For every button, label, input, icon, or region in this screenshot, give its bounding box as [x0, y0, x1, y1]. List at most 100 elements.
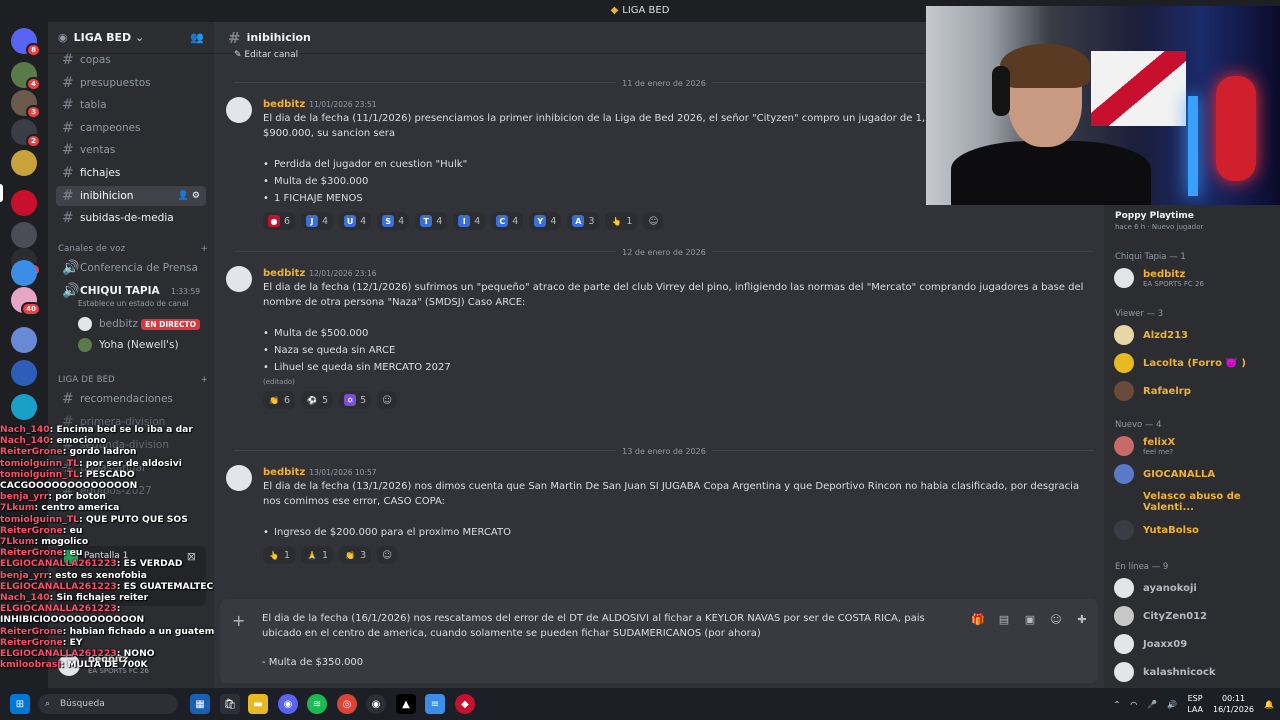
server-icon[interactable] [11, 222, 37, 248]
liga-category[interactable]: LIGA DE BED + [58, 375, 208, 385]
voice-channel-prensa[interactable]: 🔊 Conferencia de Prensa [56, 258, 206, 278]
member-row[interactable]: kalashnicock [1114, 660, 1274, 684]
server-icon[interactable] [11, 190, 37, 216]
game-icon[interactable]: ◆ [455, 694, 475, 714]
channel-tabla[interactable]: # tabla [56, 95, 206, 115]
reaction[interactable]: C4 [491, 212, 524, 230]
add-member-icon[interactable]: 👥 [190, 31, 204, 44]
channel-campeones[interactable]: # campeones [56, 118, 206, 138]
server-icon[interactable] [11, 260, 37, 286]
server-icon[interactable]: 40 [11, 287, 41, 316]
add-reaction-icon[interactable]: ☺ [377, 546, 398, 564]
avatar[interactable] [226, 266, 252, 292]
channel-fichajes[interactable]: # fichajes [56, 163, 206, 183]
chrome-icon[interactable]: ◎ [337, 694, 357, 714]
member-name: GIOCANALLA [1143, 468, 1216, 480]
app-icon[interactable]: ▦ [190, 694, 210, 714]
volume-icon[interactable]: 🔊 [1167, 700, 1177, 709]
member-row[interactable]: Joaxx09 [1114, 632, 1274, 656]
server-icon[interactable] [11, 327, 37, 353]
composer-text[interactable]: El dia de la fecha (16/1/2026) nos resca… [262, 611, 962, 670]
gift-icon[interactable]: 🎁 [970, 611, 986, 627]
mic-icon[interactable]: 🎤 [1147, 700, 1157, 709]
chevron-up-icon[interactable]: ⌃ [1114, 700, 1121, 709]
member-row[interactable]: Lacolta (Forro 👿 ) [1114, 351, 1274, 375]
reaction[interactable]: ● 6 [263, 212, 296, 230]
reaction[interactable]: ⚽ 5 [301, 391, 334, 409]
add-reaction-icon[interactable]: ☺ [643, 212, 664, 230]
reaction[interactable]: T4 [415, 212, 448, 230]
reaction[interactable]: A3 [567, 212, 600, 230]
add-channel-icon[interactable]: + [201, 244, 208, 254]
reaction[interactable]: J4 [301, 212, 334, 230]
member-row[interactable]: CityZen012 [1114, 604, 1274, 628]
avatar[interactable] [226, 97, 252, 123]
member-row[interactable]: Rafaelrp [1114, 379, 1274, 403]
channel-label: ventas [80, 144, 116, 156]
channel-inibihicion[interactable]: # inibihicion 👤 ⚙ [56, 186, 206, 206]
sticker-icon[interactable]: ▣ [1022, 611, 1038, 627]
reaction[interactable]: 👆 1 [605, 212, 638, 230]
channel-recomendaciones[interactable]: # recomendaciones [56, 389, 206, 409]
channel-copas[interactable]: # copas [56, 50, 206, 70]
spotify-icon[interactable]: ≋ [307, 694, 327, 714]
emoji-icon[interactable]: ☺ [1048, 611, 1064, 627]
avatar[interactable] [226, 465, 252, 491]
server-icon[interactable] [11, 360, 37, 386]
server-icon[interactable] [11, 150, 37, 176]
reaction[interactable]: 👏 3 [339, 546, 372, 564]
apps-icon[interactable]: ✚ [1074, 611, 1090, 627]
notes-icon[interactable]: ≡ [425, 694, 445, 714]
author-name[interactable]: bedbitz [263, 99, 305, 110]
add-reaction-icon[interactable]: ☺ [377, 391, 398, 409]
discord-taskbar-icon[interactable]: ◉ [278, 694, 298, 714]
windows-start-icon[interactable]: ⊞ [10, 694, 30, 714]
clock[interactable]: 00:11 16/1/2026 [1213, 693, 1254, 715]
discord-home-icon[interactable]: 8 [11, 28, 41, 57]
server-icon[interactable] [11, 394, 37, 420]
voice-channel-chiqui[interactable]: 🔊 CHIQUI TAPIA 1:33:59 [56, 281, 206, 301]
server-icon[interactable]: 2 [11, 119, 41, 148]
message-composer[interactable]: + El dia de la fecha (16/1/2026) nos res… [220, 599, 1098, 683]
reaction[interactable]: S4 [377, 212, 410, 230]
reaction[interactable]: 🙏 1 [301, 546, 334, 564]
reaction[interactable]: ✡ 5 [339, 391, 372, 409]
store-icon[interactable]: 🛍 [220, 694, 240, 714]
voice-category[interactable]: Canales de voz + [58, 244, 208, 254]
server-icon[interactable]: 3 [11, 90, 41, 119]
voice-status[interactable]: Establece un estado de canal [78, 299, 188, 308]
obs-icon[interactable]: ◉ [366, 694, 386, 714]
notifications-icon[interactable]: 🔔 [1264, 700, 1274, 709]
channel-presupuestos[interactable]: # presupuestos [56, 73, 206, 93]
epic-icon[interactable]: ▲ [396, 694, 416, 714]
server-icon[interactable]: 4 [11, 62, 41, 91]
add-channel-icon[interactable]: + [201, 375, 208, 385]
reaction[interactable]: 👏 6 [263, 391, 296, 409]
taskbar-search[interactable]: ⌕ Búsqueda [38, 694, 178, 714]
author-name[interactable]: bedbitz [263, 467, 305, 478]
add-attachment-icon[interactable]: + [232, 611, 245, 630]
wifi-icon[interactable]: ◠ [1130, 700, 1137, 709]
author-name[interactable]: bedbitz [263, 268, 305, 279]
reaction[interactable]: I4 [453, 212, 486, 230]
member-row[interactable]: GIOCANALLA [1114, 462, 1274, 486]
reaction[interactable]: 👆 1 [263, 546, 296, 564]
channel-subidas-de-media[interactable]: # subidas-de-media [56, 208, 206, 228]
member-row[interactable]: bedbitz EA SPORTS FC 26 [1114, 266, 1274, 290]
channel-ventas[interactable]: # ventas [56, 140, 206, 160]
folder-icon[interactable]: ▬ [248, 694, 268, 714]
member-row[interactable]: ayanokoji [1114, 576, 1274, 600]
gif-icon[interactable]: ▤ [996, 611, 1012, 627]
reaction[interactable]: Y4 [529, 212, 562, 230]
member-row[interactable]: Velasco abuso de Valenti... [1114, 490, 1274, 514]
member-row[interactable]: felixX feel me? [1114, 434, 1274, 458]
channel-settings-icon[interactable]: 👤 ⚙ [178, 191, 200, 201]
voice-user-bedbitz[interactable]: bedbitz EN DIRECTO [72, 314, 206, 334]
chat-user: Nach_140 [0, 424, 50, 435]
language-indicator[interactable]: ESP LAA [1187, 693, 1203, 715]
reaction[interactable]: U4 [339, 212, 372, 230]
member-row[interactable]: Alzd213 [1114, 323, 1274, 347]
voice-user-yoha[interactable]: Yoha (Newell's) [72, 335, 206, 355]
member-row[interactable]: YutaBolso [1114, 518, 1274, 542]
edit-channel-link[interactable]: ✎ Editar canal [234, 50, 298, 60]
